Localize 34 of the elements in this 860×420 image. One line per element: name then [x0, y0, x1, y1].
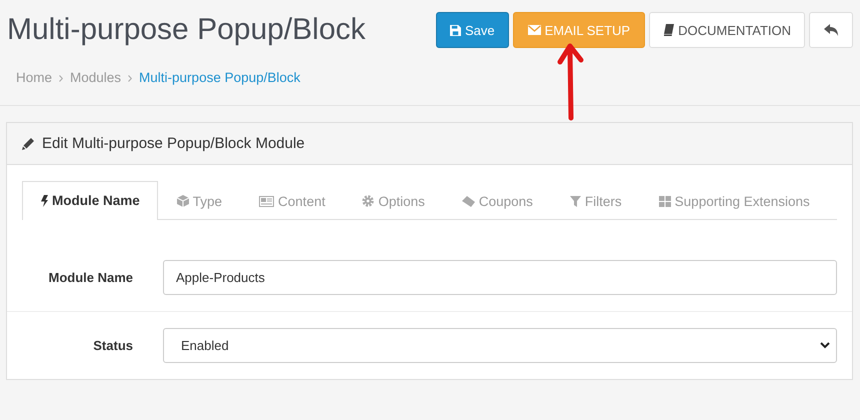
cube-icon — [176, 195, 189, 207]
ticket-icon — [462, 196, 475, 206]
tab[interactable]: Options — [343, 181, 443, 220]
pencil-icon — [22, 138, 34, 150]
newspaper-icon — [259, 196, 274, 206]
gear-icon — [362, 195, 374, 207]
back-button[interactable] — [809, 12, 853, 48]
field-label: Module Name — [47, 270, 134, 285]
tab[interactable]: Coupons — [442, 181, 551, 220]
save-button[interactable]: Save — [436, 12, 509, 48]
field-label: Status — [92, 338, 134, 353]
filter-icon — [570, 196, 581, 206]
reply-arrow-icon — [824, 24, 838, 36]
tab[interactable]: Supporting Extensions — [640, 181, 828, 220]
chevron-down-icon — [820, 342, 830, 349]
tab[interactable]: Content — [240, 181, 344, 220]
chevron-right-icon — [128, 74, 132, 82]
envelope-icon — [528, 25, 541, 35]
tab[interactable]: Module Name — [22, 181, 158, 220]
breadcrumb-link[interactable]: Multi-purpose Popup/Block — [139, 70, 300, 85]
page-title: Multi-purpose Popup/Block — [6, 12, 366, 48]
status-dropdown[interactable]: Enabled — [163, 328, 837, 363]
grid-icon — [658, 196, 671, 206]
breadcrumb-link[interactable]: Home — [16, 70, 52, 85]
breadcrumb-link[interactable]: Modules — [70, 70, 122, 85]
tab[interactable]: Filters — [550, 181, 640, 220]
tab[interactable]: Type — [158, 181, 240, 220]
documentation-button[interactable]: DOCUMENTATION — [649, 12, 805, 48]
chevron-right-icon — [59, 74, 64, 82]
book-icon — [663, 24, 674, 36]
module-name-field[interactable]: Apple-Products — [163, 260, 837, 295]
email-setup-button[interactable]: EMAIL SETUP — [512, 12, 646, 48]
panel-title: Edit Multi-purpose Popup/Block Module — [42, 135, 305, 152]
lightning-icon — [41, 194, 48, 206]
